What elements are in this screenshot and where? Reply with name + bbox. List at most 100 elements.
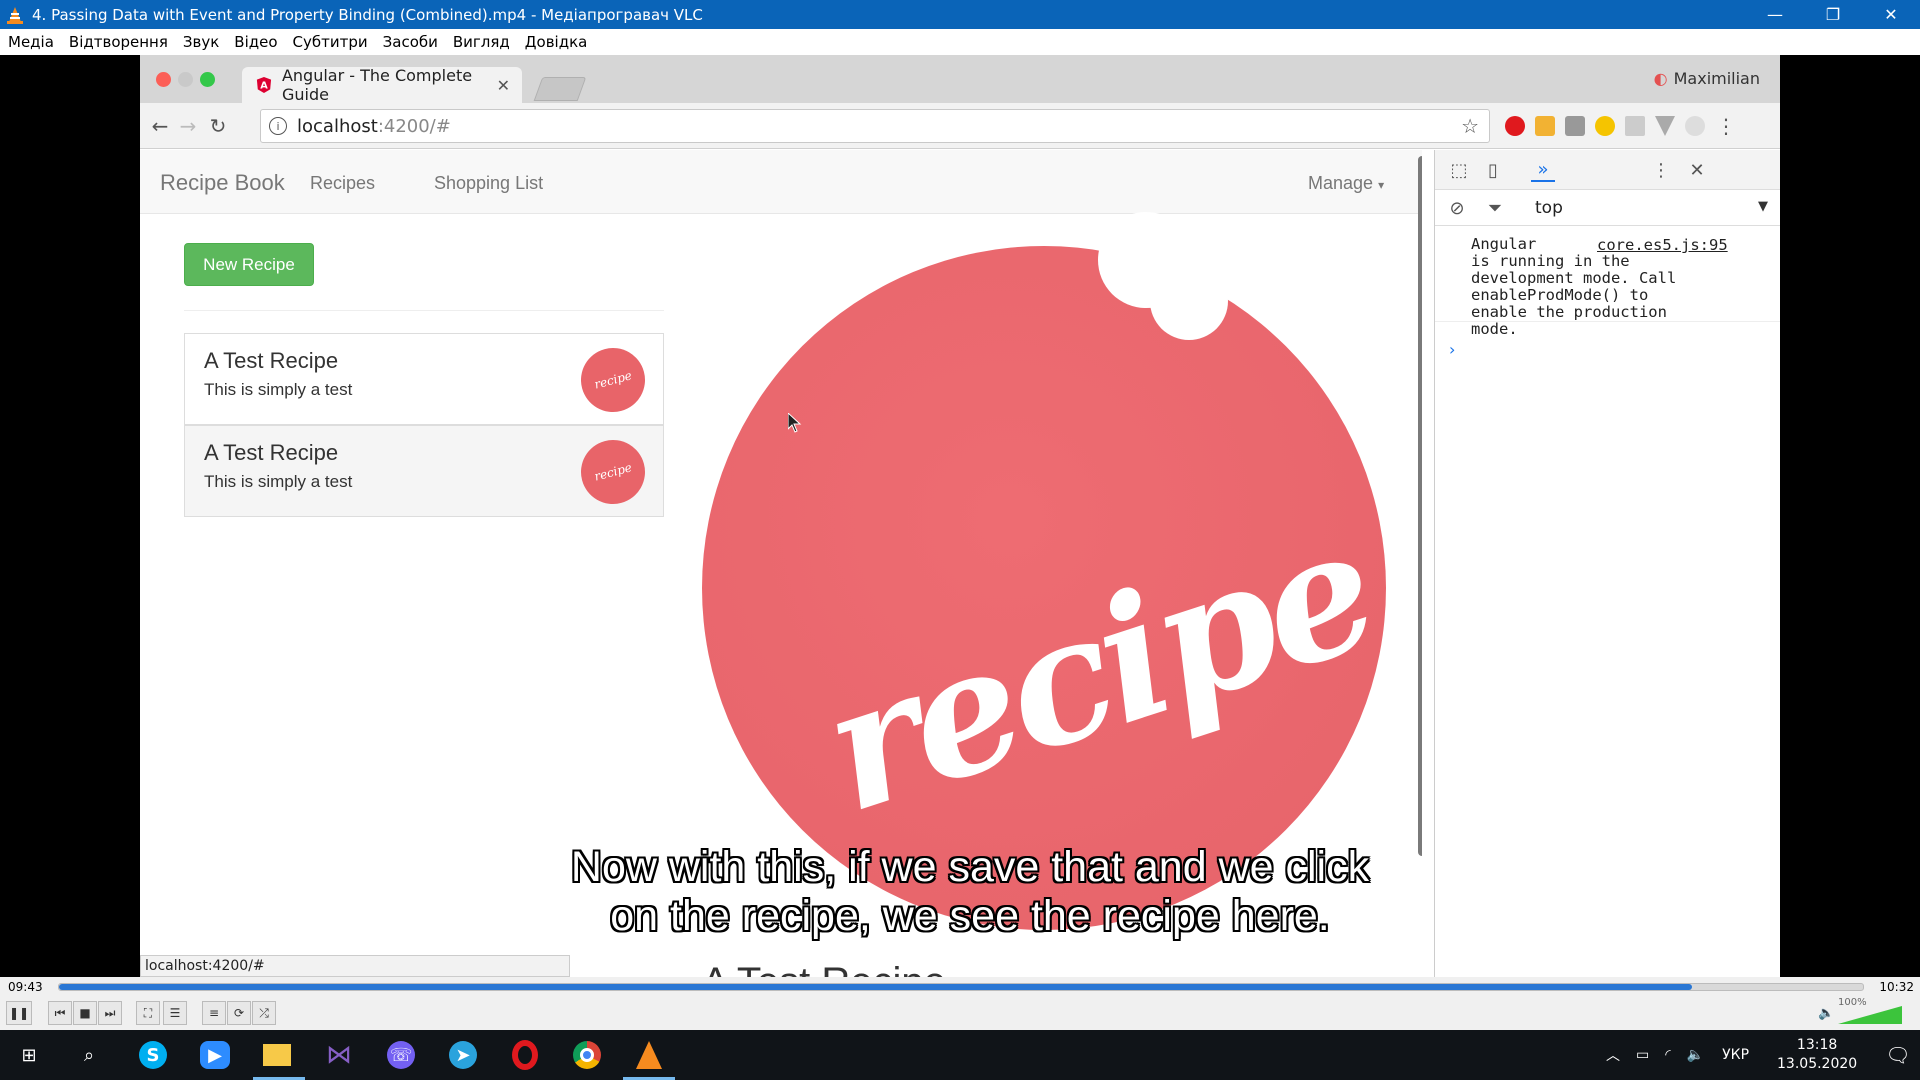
search-icon[interactable]: ⌕ (72, 1038, 106, 1072)
loop-button[interactable]: ⟳ (227, 1001, 251, 1025)
angular-icon: A (256, 77, 272, 93)
back-icon: ← (151, 114, 169, 138)
manage-label: Manage (1308, 173, 1374, 193)
recipe-list-item: A Test Recipe This is simply a test reci… (184, 425, 664, 517)
clock-time: 13:18 (1796, 1037, 1838, 1053)
divider (184, 310, 664, 311)
browser-window: A Angular - The Complete Guide ✕ ◐ Maxim… (140, 55, 1780, 977)
recipe-item-title: A Test Recipe (204, 348, 339, 373)
forward-icon: → (179, 114, 197, 138)
visual-studio-icon[interactable]: ⋈ (322, 1038, 356, 1072)
menu-audio[interactable]: Звук (175, 33, 226, 51)
recipe-item-description: This is simply a test (204, 380, 353, 399)
speaker-icon[interactable]: 🔈 (1818, 1006, 1834, 1021)
vue-extension-icon (1655, 116, 1675, 136)
more-panels-icon: » (1531, 158, 1555, 182)
recipe-list-item: A Test Recipe This is simply a test reci… (184, 333, 664, 425)
notifications-icon[interactable]: 🗨 (1885, 1043, 1910, 1067)
devtools-close-icon: ✕ (1689, 159, 1705, 181)
nav-shopping-list-link: Shopping List (434, 173, 544, 193)
bookmark-star-icon: ☆ (1461, 114, 1479, 138)
tab-title: Angular - The Complete Guide (281, 66, 473, 104)
fullscreen-button[interactable]: ⛶ (136, 1001, 160, 1025)
console-message: Angular is running in the development mo… (1435, 230, 1780, 338)
volume-tray-icon[interactable]: 🔈 (1687, 1047, 1704, 1063)
context-dropdown-icon: ▼ (1758, 199, 1768, 214)
windows-start-icon[interactable]: ⊞ (12, 1038, 46, 1072)
status-bar-url: localhost:4200/# (140, 955, 570, 977)
menu-video[interactable]: Відео (226, 33, 284, 51)
vlc-title-bar: 4. Passing Data with Event and Property … (0, 0, 1920, 29)
caret-down-icon: ▾ (1378, 178, 1385, 192)
mac-minimize-icon (178, 72, 193, 87)
opera-icon[interactable] (508, 1038, 542, 1072)
subtitle-line: on the recipe, we see the recipe here. (610, 892, 1330, 940)
telegram-icon[interactable]: ➤ (446, 1038, 480, 1072)
language-indicator[interactable]: УКР (1722, 1047, 1749, 1063)
next-button[interactable]: ⏭ (98, 1001, 122, 1025)
manage-dropdown: Manage ▾ (1308, 173, 1384, 194)
extended-settings-button[interactable]: ☰ (163, 1001, 187, 1025)
image-bite (1150, 262, 1228, 340)
video-area[interactable]: A Angular - The Complete Guide ✕ ◐ Maxim… (0, 55, 1920, 977)
devtools-toolbar: ⬚ ▯ » ⋮ ✕ (1435, 150, 1780, 190)
wifi-icon[interactable]: ◜ (1665, 1047, 1670, 1063)
shuffle-button[interactable]: ⤮ (252, 1001, 276, 1025)
mac-zoom-icon (200, 72, 215, 87)
profile-icon: ◐ (1653, 69, 1668, 88)
brand-link: Recipe Book (160, 170, 285, 195)
menu-subtitles[interactable]: Субтитри (285, 33, 375, 51)
minimize-button[interactable]: — (1746, 0, 1804, 29)
playlist-button[interactable]: ≡ (202, 1001, 226, 1025)
menu-view[interactable]: Вигляд (445, 33, 517, 51)
subtitle-line: Now with this, if we save that and we cl… (570, 843, 1370, 891)
pause-button[interactable]: ❚❚ (6, 1001, 32, 1025)
console-filter-bar: ⊘ ⏷ top ▼ (1435, 190, 1780, 226)
recipe-item-title: A Test Recipe (204, 440, 339, 465)
restore-button[interactable]: ❐ (1804, 0, 1862, 29)
recipe-thumbnail: recipe (573, 432, 653, 512)
browser-menu-icon: ⋮ (1716, 114, 1736, 138)
menu-playback[interactable]: Відтворення (61, 33, 175, 51)
previous-button[interactable]: ⏮ (48, 1001, 72, 1025)
recipe-thumbnail: recipe (573, 340, 653, 420)
menu-tools[interactable]: Засоби (375, 33, 445, 51)
tab-close-icon: ✕ (496, 75, 510, 95)
url-host: localhost (297, 115, 378, 137)
url-path: :4200/# (377, 115, 451, 137)
seek-slider[interactable] (58, 983, 1864, 991)
filter-icon: ⏷ (1487, 197, 1503, 219)
svg-text:A: A (260, 81, 268, 92)
close-button[interactable]: ✕ (1862, 0, 1920, 29)
reload-icon: ↻ (209, 114, 227, 138)
vlc-cone-icon (7, 6, 23, 24)
system-tray: ︿ ▭ ◜ 🔈 УКР 13:18 13.05.2020 🗨 (1606, 1030, 1911, 1080)
menu-media[interactable]: Медіа (0, 33, 61, 51)
tray-expand-icon[interactable]: ︿ (1606, 1045, 1620, 1065)
battery-icon[interactable]: ▭ (1636, 1047, 1649, 1063)
window-extension-icon (1565, 116, 1585, 136)
camera-extension-icon (1685, 116, 1705, 136)
recipe-item-description: This is simply a test (204, 472, 353, 491)
page-scrollbar (1418, 156, 1422, 856)
device-toolbar-icon: ▯ (1488, 159, 1498, 181)
browser-tab: A Angular - The Complete Guide ✕ (242, 66, 522, 104)
recipe-detail-title: A Test Recipe (702, 960, 946, 977)
zoom-icon[interactable]: ▶ (198, 1038, 232, 1072)
skype-icon[interactable]: S (136, 1038, 170, 1072)
menu-help[interactable]: Довідка (517, 33, 595, 51)
chrome-icon[interactable] (570, 1038, 604, 1072)
new-tab-button (533, 77, 587, 101)
moon-extension-icon (1595, 116, 1615, 136)
clear-console-icon: ⊘ (1449, 197, 1465, 219)
viber-icon[interactable]: ☏ (384, 1038, 418, 1072)
clock[interactable]: 13:18 13.05.2020 (1777, 1036, 1857, 1074)
stop-button[interactable]: ■ (73, 1001, 97, 1025)
browser-tab-bar: A Angular - The Complete Guide ✕ ◐ Maxim… (140, 55, 1780, 104)
vlc-taskbar-icon[interactable] (632, 1038, 666, 1072)
url-bar: i localhost:4200/# ☆ (260, 109, 1490, 143)
file-explorer-icon[interactable] (260, 1038, 294, 1072)
volume-slider[interactable] (1838, 1006, 1902, 1024)
opera-extension-icon (1505, 116, 1525, 136)
seek-bar-row: 09:43 10:32 (0, 977, 1920, 997)
